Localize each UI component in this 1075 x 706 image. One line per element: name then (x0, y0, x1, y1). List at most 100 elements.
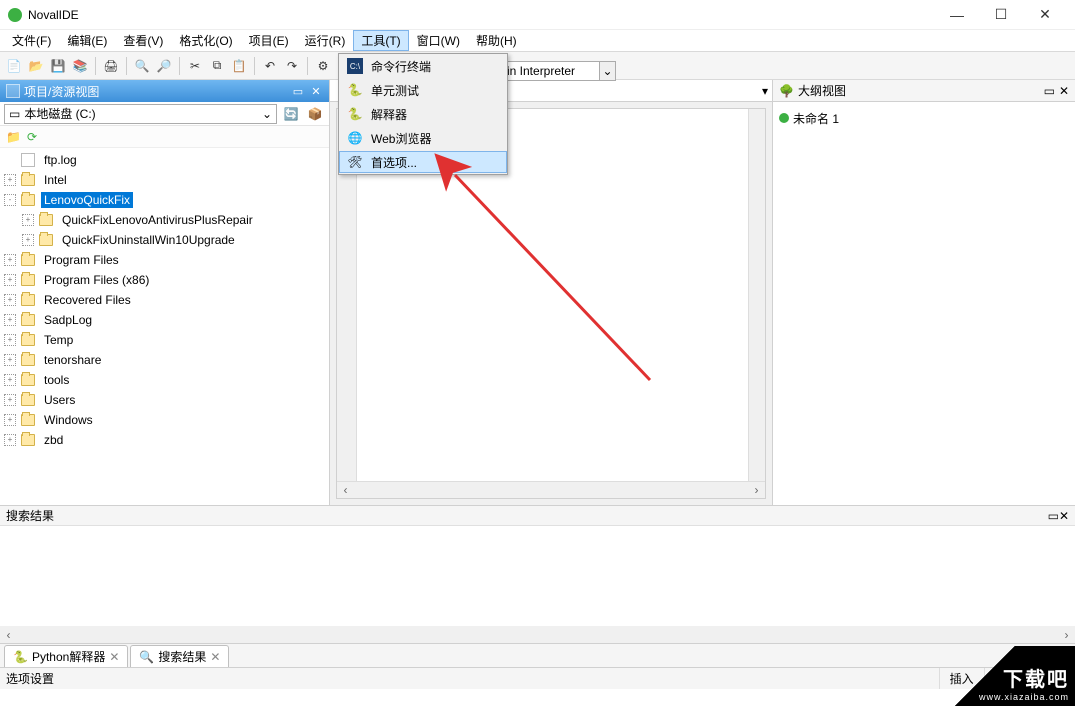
tree-row[interactable]: +tenorshare (0, 350, 329, 370)
tree-row[interactable]: + Recovered Files (0, 290, 329, 310)
drive-select[interactable]: ▭ 本地磁盘 (C:) ⌄ (4, 104, 277, 124)
expand-icon[interactable]: + (4, 394, 16, 406)
tree-label: Program Files (41, 252, 122, 268)
tree-row[interactable]: +Users (0, 390, 329, 410)
save-all-icon[interactable]: 📚 (70, 56, 90, 76)
expand-icon[interactable]: + (4, 274, 16, 286)
tools-unittest[interactable]: 🐍 单元测试 (339, 78, 507, 102)
scroll-right-icon[interactable]: › (748, 482, 765, 499)
expand-icon[interactable]: + (4, 254, 16, 266)
tree-row[interactable]: +tools (0, 370, 329, 390)
collapse-icon[interactable]: - (4, 194, 16, 206)
tree-row[interactable]: +Program Files (x86) (0, 270, 329, 290)
tree-row[interactable]: + Program Files (0, 250, 329, 270)
expand-icon[interactable]: + (4, 374, 16, 386)
expand-icon[interactable]: + (4, 174, 16, 186)
maximize-button[interactable]: ☐ (979, 0, 1023, 30)
doc-menu-icon[interactable]: ▾ (762, 84, 768, 98)
tab-close-icon[interactable]: ✕ (210, 650, 220, 664)
search-scrollbar[interactable]: ‹ › (0, 626, 1075, 643)
expand-icon[interactable]: + (4, 294, 16, 306)
last-folder-icon[interactable]: 📁 (6, 130, 21, 144)
tree-label: LenovoQuickFix (41, 192, 133, 208)
tree-label: Recovered Files (41, 292, 134, 308)
tab-search-results[interactable]: 🔍 搜索结果 ✕ (130, 645, 229, 667)
menu-tools[interactable]: 工具(T) (353, 30, 408, 51)
redo-icon[interactable]: ↷ (282, 56, 302, 76)
outline-header: 🌳 大纲视图 ▭ ✕ (773, 80, 1075, 102)
tree-row[interactable]: +zbd (0, 430, 329, 450)
run-icon[interactable]: ⚙ (313, 56, 333, 76)
outline-item[interactable]: 未命名 1 (779, 108, 1069, 128)
tree-row[interactable]: +QuickFixLenovoAntivirusPlusRepair (0, 210, 329, 230)
tree-row[interactable]: +Intel (0, 170, 329, 190)
tree-row[interactable]: - LenovoQuickFix (0, 190, 329, 210)
tab-python-interpreter[interactable]: 🐍 Python解释器 ✕ (4, 645, 128, 667)
menu-view[interactable]: 查看(V) (115, 30, 171, 51)
tools-interpreter[interactable]: 🐍 解释器 (339, 102, 507, 126)
outline-item-label: 未命名 1 (793, 110, 839, 127)
package-icon[interactable]: 📦 (305, 104, 325, 124)
expand-icon[interactable]: + (4, 334, 16, 346)
save-icon[interactable]: 💾 (48, 56, 68, 76)
unittest-icon: 🐍 (347, 82, 363, 98)
expand-icon[interactable]: + (22, 234, 34, 246)
search-panel-minimize-icon[interactable]: ▭ (1048, 509, 1059, 523)
tree-row[interactable]: ftp.log (0, 150, 329, 170)
expand-icon[interactable]: + (4, 354, 16, 366)
tab-search-label: 搜索结果 (158, 648, 206, 665)
search-icon[interactable]: 🔍 (132, 56, 152, 76)
panel-minimize-icon[interactable]: ▭ (291, 84, 305, 98)
tree-label: QuickFixUninstallWin10Upgrade (59, 232, 238, 248)
folder-icon (21, 254, 35, 266)
cut-icon[interactable]: ✂ (185, 56, 205, 76)
search-results-body (0, 526, 1075, 626)
undo-icon[interactable]: ↶ (260, 56, 280, 76)
refresh-icon[interactable]: ⟳ (27, 130, 37, 144)
menu-project[interactable]: 项目(E) (241, 30, 297, 51)
tools-preferences[interactable]: 🛠 首选项... (339, 151, 507, 173)
tools-unittest-label: 单元测试 (371, 82, 419, 99)
tree-row[interactable]: +SadpLog (0, 310, 329, 330)
menu-window[interactable]: 窗口(W) (409, 30, 468, 51)
expand-icon[interactable]: + (4, 434, 16, 446)
search-panel-close-icon[interactable]: ✕ (1059, 509, 1069, 523)
vertical-scrollbar[interactable] (748, 109, 765, 481)
find-in-files-icon[interactable]: 🔎 (154, 56, 174, 76)
outline-close-icon[interactable]: ✕ (1059, 84, 1069, 98)
tree-row[interactable]: + QuickFixUninstallWin10Upgrade (0, 230, 329, 250)
tree-row[interactable]: +Temp (0, 330, 329, 350)
scroll-left-icon[interactable]: ‹ (337, 482, 354, 499)
preferences-icon: 🛠 (347, 154, 363, 170)
interpreter-text[interactable]: in Interpreter (500, 61, 600, 81)
horizontal-scrollbar[interactable]: ‹ › (337, 481, 765, 498)
tree-row[interactable]: + Windows (0, 410, 329, 430)
status-message: 选项设置 (6, 670, 54, 687)
refresh-drive-icon[interactable]: 🔄 (281, 104, 301, 124)
open-folder-icon[interactable]: 📂 (26, 56, 46, 76)
minimize-button[interactable]: — (935, 0, 979, 30)
folder-icon (21, 174, 35, 186)
close-button[interactable]: ✕ (1023, 0, 1067, 30)
expand-icon[interactable]: + (4, 414, 16, 426)
tools-webbrowser[interactable]: 🌐 Web浏览器 (339, 126, 507, 150)
tools-webbrowser-label: Web浏览器 (371, 130, 431, 147)
menu-format[interactable]: 格式化(O) (171, 30, 240, 51)
file-tree[interactable]: ftp.log+Intel - LenovoQuickFix +QuickFixLen… (0, 148, 329, 505)
tree-label: Windows (41, 412, 96, 428)
tools-terminal[interactable]: C:\ 命令行终端 (339, 54, 507, 78)
paste-icon[interactable]: 📋 (229, 56, 249, 76)
outline-minimize-icon[interactable]: ▭ (1044, 84, 1055, 98)
print-icon[interactable]: 🖨 (101, 56, 121, 76)
menu-help[interactable]: 帮助(H) (468, 30, 525, 51)
new-file-icon[interactable]: 📄 (4, 56, 24, 76)
expand-icon[interactable]: + (22, 214, 34, 226)
menu-edit[interactable]: 编辑(E) (59, 30, 115, 51)
tab-close-icon[interactable]: ✕ (109, 650, 119, 664)
copy-icon[interactable]: ⧉ (207, 56, 227, 76)
menu-run[interactable]: 运行(R) (297, 30, 354, 51)
interpreter-dropdown-icon[interactable]: ⌄ (600, 61, 616, 81)
expand-icon[interactable]: + (4, 314, 16, 326)
menu-file[interactable]: 文件(F) (4, 30, 59, 51)
panel-close-icon[interactable]: ✕ (309, 84, 323, 98)
